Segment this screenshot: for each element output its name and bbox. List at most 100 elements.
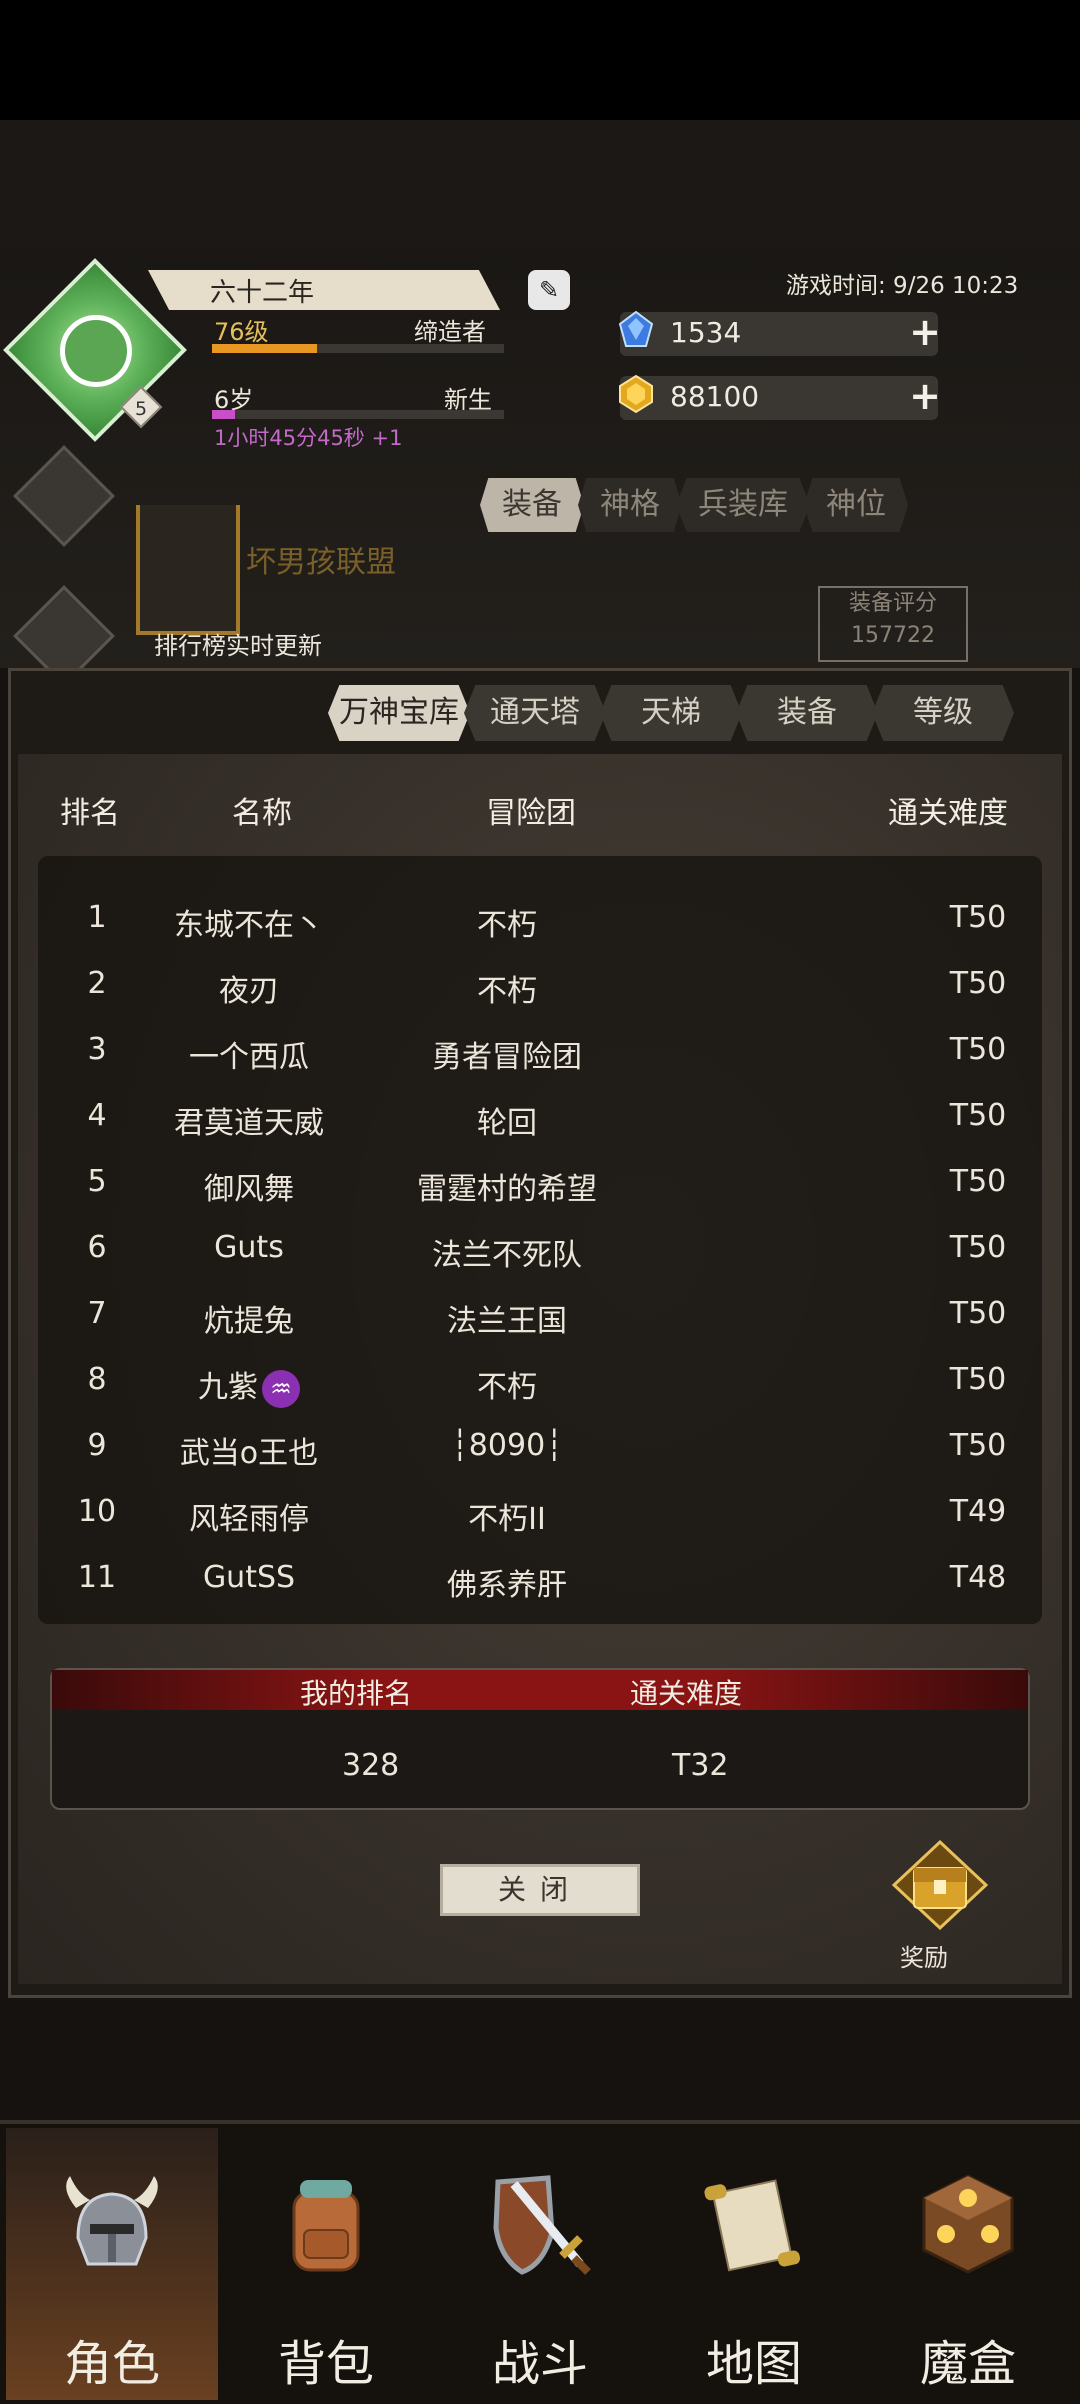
team-cell: 轮回	[392, 1098, 622, 1142]
difficulty-cell-text: T50	[949, 1296, 1007, 1331]
gem-resource	[620, 312, 938, 356]
header-name: 名称	[232, 796, 292, 831]
emblem-badge-number: 5	[134, 398, 148, 420]
team-cell-text: 法兰不死队	[432, 1238, 582, 1273]
rank-cell: 9	[38, 1428, 156, 1463]
rank-cell-text: 5	[87, 1164, 107, 1199]
difficulty-cell: T48	[918, 1560, 1038, 1595]
rank-cell: 10	[38, 1494, 156, 1529]
table-row[interactable]: 7 炕提兔 法兰王国 T50	[38, 1280, 1042, 1346]
add-gold-button[interactable]: +	[908, 377, 942, 415]
rank-cell: 11	[38, 1560, 156, 1595]
add-gems-button[interactable]: +	[908, 313, 942, 351]
nav-character[interactable]: 角色	[6, 2128, 218, 2400]
edit-name-button[interactable]: ✎	[528, 270, 570, 310]
nav-backpack[interactable]: 背包	[220, 2128, 432, 2400]
name-cell: 炕提兔	[156, 1296, 342, 1340]
name-cell-text: 御风舞	[204, 1172, 294, 1207]
close-button[interactable]: 关闭	[440, 1864, 640, 1916]
edit-icon: ✎	[538, 276, 560, 304]
difficulty-cell: T49	[918, 1494, 1038, 1529]
table-row[interactable]: 3 一个西瓜 勇者冒险团 T50	[38, 1016, 1042, 1082]
table-row[interactable]: 11 GutSS 佛系养肝 T48	[38, 1544, 1042, 1610]
guild-banner-icon	[136, 505, 240, 635]
team-cell-text: 勇者冒险团	[432, 1040, 582, 1075]
team-cell-text: 不朽II	[468, 1502, 546, 1537]
reward-chest-icon[interactable]	[890, 1840, 990, 1930]
name-plate	[148, 270, 500, 310]
difficulty-cell: T50	[918, 1098, 1038, 1133]
header-team: 冒险团	[486, 796, 576, 831]
difficulty-cell: T50	[918, 966, 1038, 1001]
tab-equipment-rank[interactable]: 装备	[736, 685, 878, 741]
team-cell: ┆8090┆	[392, 1428, 622, 1463]
difficulty-cell: T50	[918, 1230, 1038, 1265]
team-cell: 法兰王国	[392, 1296, 622, 1340]
rank-cell-text: 3	[87, 1032, 107, 1067]
nav-battle-label: 战斗	[491, 2336, 588, 2392]
table-row[interactable]: 4 君莫道天威 轮回 T50	[38, 1082, 1042, 1148]
nav-map-label: 地图	[705, 2336, 802, 2392]
rank-cell-text: 10	[77, 1494, 117, 1529]
emblem-core-icon	[60, 315, 132, 387]
team-cell-text: 不朽	[477, 974, 537, 1009]
rank-cell-text: 2	[87, 966, 107, 1001]
tab-equipment[interactable]: 装备	[480, 478, 584, 532]
rank-cell: 2	[38, 966, 156, 1001]
table-row[interactable]: 6 Guts 法兰不死队 T50	[38, 1214, 1042, 1280]
profile-tabs: 装备 神格 兵装库 神位	[480, 478, 908, 532]
ranking-tabs: 万神宝库 通天塔 天梯 装备 等级	[328, 685, 1014, 741]
team-cell-text: 不朽	[477, 908, 537, 943]
team-cell-text: 雷霆村的希望	[417, 1172, 597, 1207]
tab-god-seat[interactable]: 神位	[804, 478, 908, 532]
rank-cell: 7	[38, 1296, 156, 1331]
helmet-icon	[66, 2176, 158, 2266]
my-ranking-header	[52, 1670, 1028, 1710]
name-cell: 东城不在丶	[156, 900, 342, 944]
name-cell-text: Guts	[214, 1230, 284, 1265]
tab-pantheon-vault[interactable]: 万神宝库	[328, 685, 470, 741]
tab-sky-tower[interactable]: 通天塔	[464, 685, 606, 741]
team-cell: 不朽	[392, 900, 622, 944]
nav-map[interactable]: 地图	[648, 2128, 860, 2400]
tab-level-rank[interactable]: 等级	[872, 685, 1014, 741]
guild-name[interactable]: 坏男孩联盟	[246, 537, 396, 581]
difficulty-cell: T50	[918, 1362, 1038, 1397]
table-row[interactable]: 8 九紫 ♒ 不朽 T50	[38, 1346, 1042, 1412]
age-progress-bar	[212, 410, 504, 419]
gold-crystal-icon	[619, 374, 653, 414]
ranking-update-note: 排行榜实时更新	[154, 632, 322, 660]
gold-resource	[620, 376, 938, 420]
table-row[interactable]: 9 武当o王也 ┆8090┆ T50	[38, 1412, 1042, 1478]
aquarius-icon: ♒	[262, 1369, 300, 1408]
level-progress-bar	[212, 344, 504, 353]
team-cell: 法兰不死队	[392, 1230, 622, 1274]
rank-cell: 4	[38, 1098, 156, 1133]
tab-divinity[interactable]: 神格	[578, 478, 682, 532]
tab-ladder[interactable]: 天梯	[600, 685, 742, 741]
tab-armory[interactable]: 兵装库	[676, 478, 810, 532]
name-cell: 君莫道天威	[156, 1098, 342, 1142]
team-cell: 雷霆村的希望	[392, 1164, 622, 1208]
rank-cell: 3	[38, 1032, 156, 1067]
name-cell-text: 君莫道天威	[174, 1106, 324, 1141]
nav-battle[interactable]: 战斗	[434, 2128, 646, 2400]
name-cell: 九紫 ♒	[156, 1362, 342, 1408]
difficulty-cell-text: T50	[949, 1230, 1007, 1265]
difficulty-cell-text: T48	[949, 1560, 1007, 1595]
table-row[interactable]: 1 东城不在丶 不朽 T50	[38, 884, 1042, 950]
table-row[interactable]: 2 夜刃 不朽 T50	[38, 950, 1042, 1016]
gem-count: 1534	[670, 316, 742, 349]
my-difficulty-value: T32	[672, 1748, 729, 1783]
rank-cell-text: 6	[87, 1230, 107, 1265]
difficulty-cell-text: T50	[949, 1098, 1007, 1133]
table-row[interactable]: 10 风轻雨停 不朽II T49	[38, 1478, 1042, 1544]
rank-cell-text: 9	[87, 1428, 107, 1463]
rank-cell: 8	[38, 1362, 156, 1397]
team-cell-text: 轮回	[477, 1106, 537, 1141]
table-row[interactable]: 5 御风舞 雷霆村的希望 T50	[38, 1148, 1042, 1214]
team-cell: 勇者冒险团	[392, 1032, 622, 1076]
nav-magic-box[interactable]: 魔盒	[862, 2128, 1074, 2400]
player-name: 六十二年	[210, 278, 315, 308]
team-cell-text: ┆8090┆	[450, 1428, 564, 1463]
